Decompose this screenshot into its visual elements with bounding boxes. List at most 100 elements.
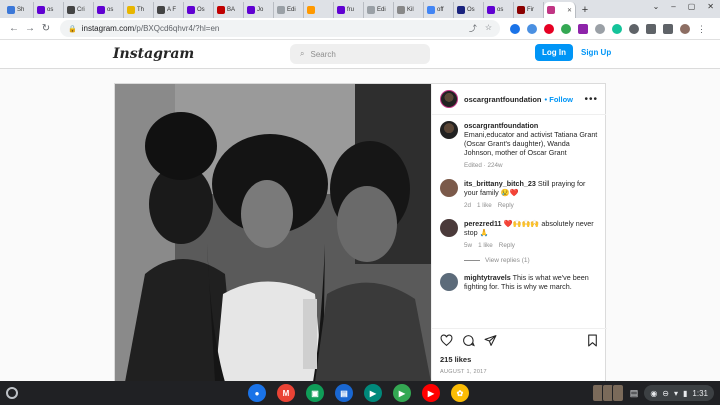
signup-link[interactable]: Sign Up (581, 48, 611, 57)
browser-tab[interactable]: Edi (364, 2, 394, 18)
view-replies-button[interactable]: View replies (1) (464, 257, 598, 264)
search-icon: ⌕ (300, 49, 305, 58)
avatar[interactable] (440, 219, 458, 237)
browser-tab[interactable]: Os (184, 2, 214, 18)
tab-label: BA (227, 7, 236, 13)
instagram-header: Instagram ⌕ Search Log In Sign Up (0, 40, 720, 69)
follow-button[interactable]: • Follow (545, 95, 573, 104)
back-icon[interactable]: ← (6, 23, 22, 34)
comment-username[interactable]: its_brittany_bitch_23 (464, 179, 536, 188)
avatar[interactable] (440, 273, 458, 291)
minimize-icon[interactable]: – (671, 2, 675, 11)
url-host: instagram.com (81, 24, 135, 33)
browser-tab[interactable]: Cri (64, 2, 94, 18)
reply-button[interactable]: Reply (499, 241, 515, 250)
youtube-icon[interactable]: ▶ (422, 384, 440, 402)
favicon-icon (427, 6, 435, 14)
drive-icon[interactable] (561, 23, 571, 34)
star-icon[interactable]: ☆ (485, 23, 492, 34)
profile-avatar[interactable] (680, 23, 690, 34)
post-sidebar: oscargrantfoundation • Follow ••• oscarg… (431, 84, 607, 382)
pinterest-icon[interactable] (544, 23, 554, 34)
caption-meta: Edited · 224w (464, 162, 503, 169)
browser-tab[interactable]: off (424, 2, 454, 18)
browser-tab[interactable]: os (34, 2, 64, 18)
grammarly-icon[interactable] (612, 23, 622, 34)
tab-label: A F (167, 7, 177, 13)
instagram-logo[interactable]: Instagram (113, 46, 194, 62)
browser-tab[interactable]: Edi (274, 2, 304, 18)
browser-tab[interactable]: fru (334, 2, 364, 18)
share-icon[interactable]: ⤴ (469, 23, 477, 34)
browser-tab[interactable]: Jo (244, 2, 274, 18)
status-area[interactable]: ◉ ⊖ ▾ ▮ 1:31 (644, 385, 714, 401)
extension-icon[interactable] (595, 23, 605, 34)
close-tab-icon[interactable]: ✕ (567, 7, 572, 14)
search-placeholder: Search (310, 49, 336, 59)
address-bar[interactable]: 🔒 instagram.com/p/BXQcd6qhvr4/?hl=en ⤴ ☆ (60, 20, 500, 37)
chrome-icon[interactable]: ● (248, 384, 266, 402)
comment-username[interactable]: perezred11 (464, 219, 502, 228)
lock-icon: 🔒 (68, 25, 77, 33)
side-panel-icon[interactable] (663, 23, 673, 34)
comment-icon[interactable] (462, 334, 475, 347)
new-tab-button[interactable]: + (576, 2, 594, 18)
forward-icon[interactable]: → (22, 23, 38, 34)
extension-icon[interactable] (527, 23, 537, 34)
browser-tab[interactable]: Kil (394, 2, 424, 18)
avatar[interactable] (440, 90, 458, 108)
tab-label: Th (137, 7, 145, 13)
post-username[interactable]: oscargrantfoundation (464, 95, 542, 104)
browser-tab[interactable]: Th (124, 2, 154, 18)
reload-icon[interactable]: ↻ (38, 23, 54, 34)
browser-tab[interactable]: Fir (514, 2, 544, 18)
files-icon[interactable]: ▤ (335, 384, 353, 402)
extension-icon[interactable] (578, 23, 588, 34)
gmail-icon[interactable]: M (277, 384, 295, 402)
browser-tab[interactable]: Os (454, 2, 484, 18)
classroom-icon[interactable]: ▣ (306, 384, 324, 402)
browser-tab-active[interactable]: ✕ (544, 2, 576, 18)
browser-tab[interactable] (304, 2, 334, 18)
login-button[interactable]: Log In (535, 44, 573, 61)
comment-likes[interactable]: 1 like (478, 241, 493, 250)
close-icon[interactable]: ✕ (707, 2, 714, 11)
post-photo[interactable] (115, 84, 431, 382)
browser-tab[interactable]: os (94, 2, 124, 18)
share-icon[interactable] (484, 334, 497, 347)
avatar[interactable] (440, 121, 458, 139)
meet-icon[interactable]: ▶ (364, 384, 382, 402)
tab-label: fru (347, 7, 355, 13)
play-store-icon[interactable]: ▶ (393, 384, 411, 402)
browser-tab[interactable]: Sh (4, 2, 34, 18)
holding-space[interactable] (591, 384, 624, 402)
avatar[interactable] (440, 179, 458, 197)
caption-text: Emani,educator and activist Tatiana Gran… (464, 130, 598, 157)
extensions-area: ⋮ (510, 23, 706, 34)
launcher-icon[interactable] (6, 387, 18, 399)
favicon-icon (397, 6, 405, 14)
extension-icon[interactable] (510, 23, 520, 34)
chevron-down-icon[interactable]: ⌄ (653, 2, 660, 11)
heart-icon[interactable] (440, 333, 453, 347)
caption-username[interactable]: oscargrantfoundation (464, 121, 538, 130)
tab-label: Cri (77, 7, 85, 13)
photos-icon[interactable]: ✿ (451, 384, 469, 402)
more-options-icon[interactable]: ••• (584, 94, 598, 105)
maximize-icon[interactable]: ▢ (688, 2, 696, 11)
comment-username[interactable]: mightytravels (464, 273, 511, 282)
bookmark-icon[interactable] (586, 334, 599, 347)
comment-likes[interactable]: 1 like (477, 201, 492, 210)
favicon-icon (457, 6, 465, 14)
reply-button[interactable]: Reply (498, 201, 514, 210)
post-actions: 215 likes AUGUST 1, 2017 (432, 328, 607, 375)
browser-tab[interactable]: os (484, 2, 514, 18)
browser-tab[interactable]: BA (214, 2, 244, 18)
clipboard-icon[interactable]: ▤ (630, 388, 639, 399)
like-count[interactable]: 215 likes (440, 355, 599, 364)
search-input[interactable]: ⌕ Search (290, 44, 430, 64)
puzzle-icon[interactable] (646, 23, 656, 34)
browser-tab[interactable]: A F (154, 2, 184, 18)
menu-icon[interactable]: ⋮ (697, 24, 706, 34)
extension-icon[interactable] (629, 23, 639, 34)
